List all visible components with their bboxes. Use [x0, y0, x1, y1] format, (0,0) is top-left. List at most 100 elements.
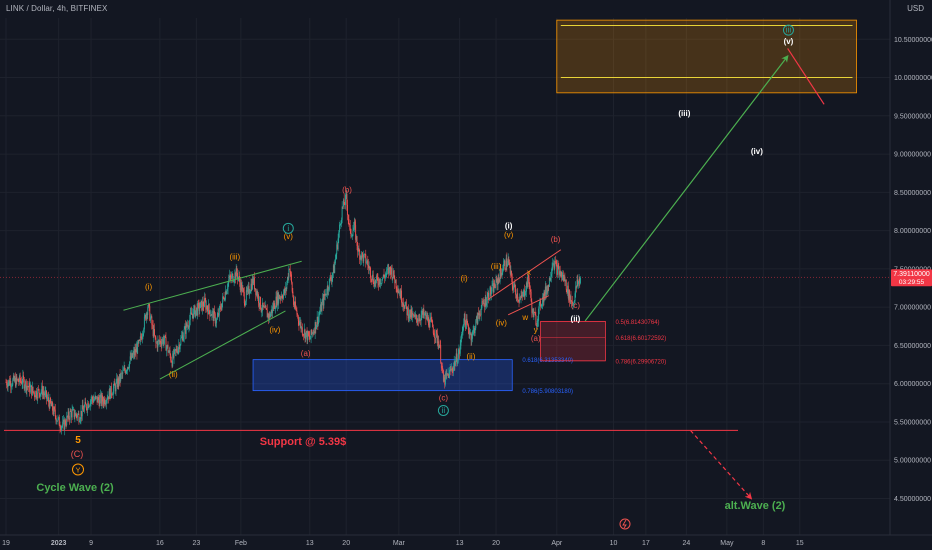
candle-body — [104, 398, 105, 405]
chart-root[interactable]: 0.618(6.31353340) 0.786(5.90803180) 0.5(6.… — [0, 0, 932, 550]
candle-body — [326, 293, 328, 295]
candle-body — [479, 313, 481, 315]
wave-circle-label: ii — [442, 406, 446, 415]
candle-body — [369, 267, 371, 268]
chart-header-title: LINK / Dollar, 4h, BITFINEX — [6, 4, 108, 13]
candle-body — [442, 367, 444, 371]
candle-body — [143, 316, 145, 330]
x-tick-label: 8 — [761, 540, 765, 547]
candle-body — [123, 370, 124, 371]
candle-body — [538, 308, 540, 321]
candle-body — [291, 282, 293, 292]
candle-body — [154, 335, 156, 338]
candle-body — [356, 236, 358, 246]
candle-body — [385, 273, 387, 276]
candle-body — [550, 276, 552, 281]
candle-body — [242, 287, 244, 290]
wave-label: (b) — [551, 235, 561, 244]
candle-body — [522, 291, 524, 297]
x-tick-label: 19 — [2, 540, 10, 547]
candle-body — [490, 291, 492, 295]
candle-body — [55, 415, 57, 422]
wave-label: (iv) — [269, 325, 280, 334]
candle-body — [99, 397, 101, 406]
candle-body — [289, 269, 291, 273]
candle-body — [122, 370, 124, 375]
wave-label: (ii) — [571, 315, 581, 324]
candle-body — [538, 303, 540, 309]
wave-label: (iv) — [496, 319, 507, 328]
candle-body — [226, 288, 228, 291]
candle-body — [89, 401, 91, 406]
candle-body — [432, 320, 434, 328]
candle-body — [328, 278, 330, 290]
candle-body — [579, 277, 581, 284]
candle-body — [249, 293, 251, 294]
candle-body — [216, 316, 218, 320]
candle-body — [383, 274, 385, 277]
candle-body — [115, 382, 117, 392]
candle-body — [38, 389, 40, 394]
candle-body — [395, 279, 397, 288]
candle-body — [75, 413, 77, 416]
x-tick-label: 13 — [306, 540, 314, 547]
candle-body — [461, 332, 463, 335]
candle-body — [331, 276, 333, 282]
candle-body — [231, 275, 232, 279]
candle-body — [455, 360, 456, 366]
candle-body — [309, 338, 311, 340]
candle-body — [69, 410, 71, 420]
candle-body — [525, 291, 527, 295]
candle-body — [61, 425, 63, 427]
candle-body — [223, 297, 225, 301]
candle-body — [91, 396, 93, 400]
candle-body — [193, 308, 195, 318]
candle-body — [202, 301, 204, 307]
candle-body — [17, 379, 19, 382]
candle-body — [488, 299, 490, 301]
candle-body — [509, 262, 510, 266]
candle-body — [404, 304, 406, 309]
candle-body — [29, 386, 31, 393]
candle-body — [430, 317, 432, 320]
candle-body — [243, 292, 245, 304]
x-tick-label: 10 — [610, 540, 618, 547]
candle-body — [129, 361, 130, 368]
candle-body — [515, 288, 517, 295]
candle-body — [433, 333, 435, 335]
zone-red-fib-zone — [540, 320, 606, 362]
support-label: Support @ 5.39$ — [260, 436, 347, 448]
wave-label: (iii) — [229, 253, 240, 262]
candle-body — [239, 276, 240, 282]
candle-body — [261, 310, 263, 312]
candle-body — [503, 263, 504, 271]
candle-body — [530, 291, 532, 302]
candle-body — [33, 392, 35, 397]
candle-body — [151, 316, 153, 325]
wave-label: w — [521, 313, 528, 322]
candle-body — [375, 279, 377, 285]
candle-body — [274, 303, 276, 309]
candle-body — [206, 305, 208, 309]
x-tick-label: Mar — [393, 540, 406, 547]
wave-label: (iv) — [751, 147, 763, 156]
candle-body — [296, 310, 298, 315]
candle-body — [68, 411, 70, 419]
candle-body — [464, 313, 466, 322]
candle-body — [467, 324, 469, 331]
candle-body — [415, 315, 417, 319]
lightning-icon — [619, 518, 631, 530]
cycle-wave-label: Cycle Wave (2) — [36, 482, 114, 494]
candle-body — [524, 294, 526, 297]
x-tick-label: 17 — [642, 540, 650, 547]
candle-body — [367, 261, 369, 265]
candle-body — [62, 421, 64, 426]
wave-label: (i) — [505, 221, 513, 230]
candle-body — [266, 308, 267, 310]
candle-body — [460, 336, 462, 346]
y-tick-label: 8.50000000 — [894, 190, 931, 197]
candle-body — [35, 390, 37, 398]
candle-body — [335, 254, 337, 259]
candle-body — [189, 312, 191, 320]
price-chart[interactable]: 0.618(6.31353340) 0.786(5.90803180) 0.5(6.… — [0, 0, 932, 550]
